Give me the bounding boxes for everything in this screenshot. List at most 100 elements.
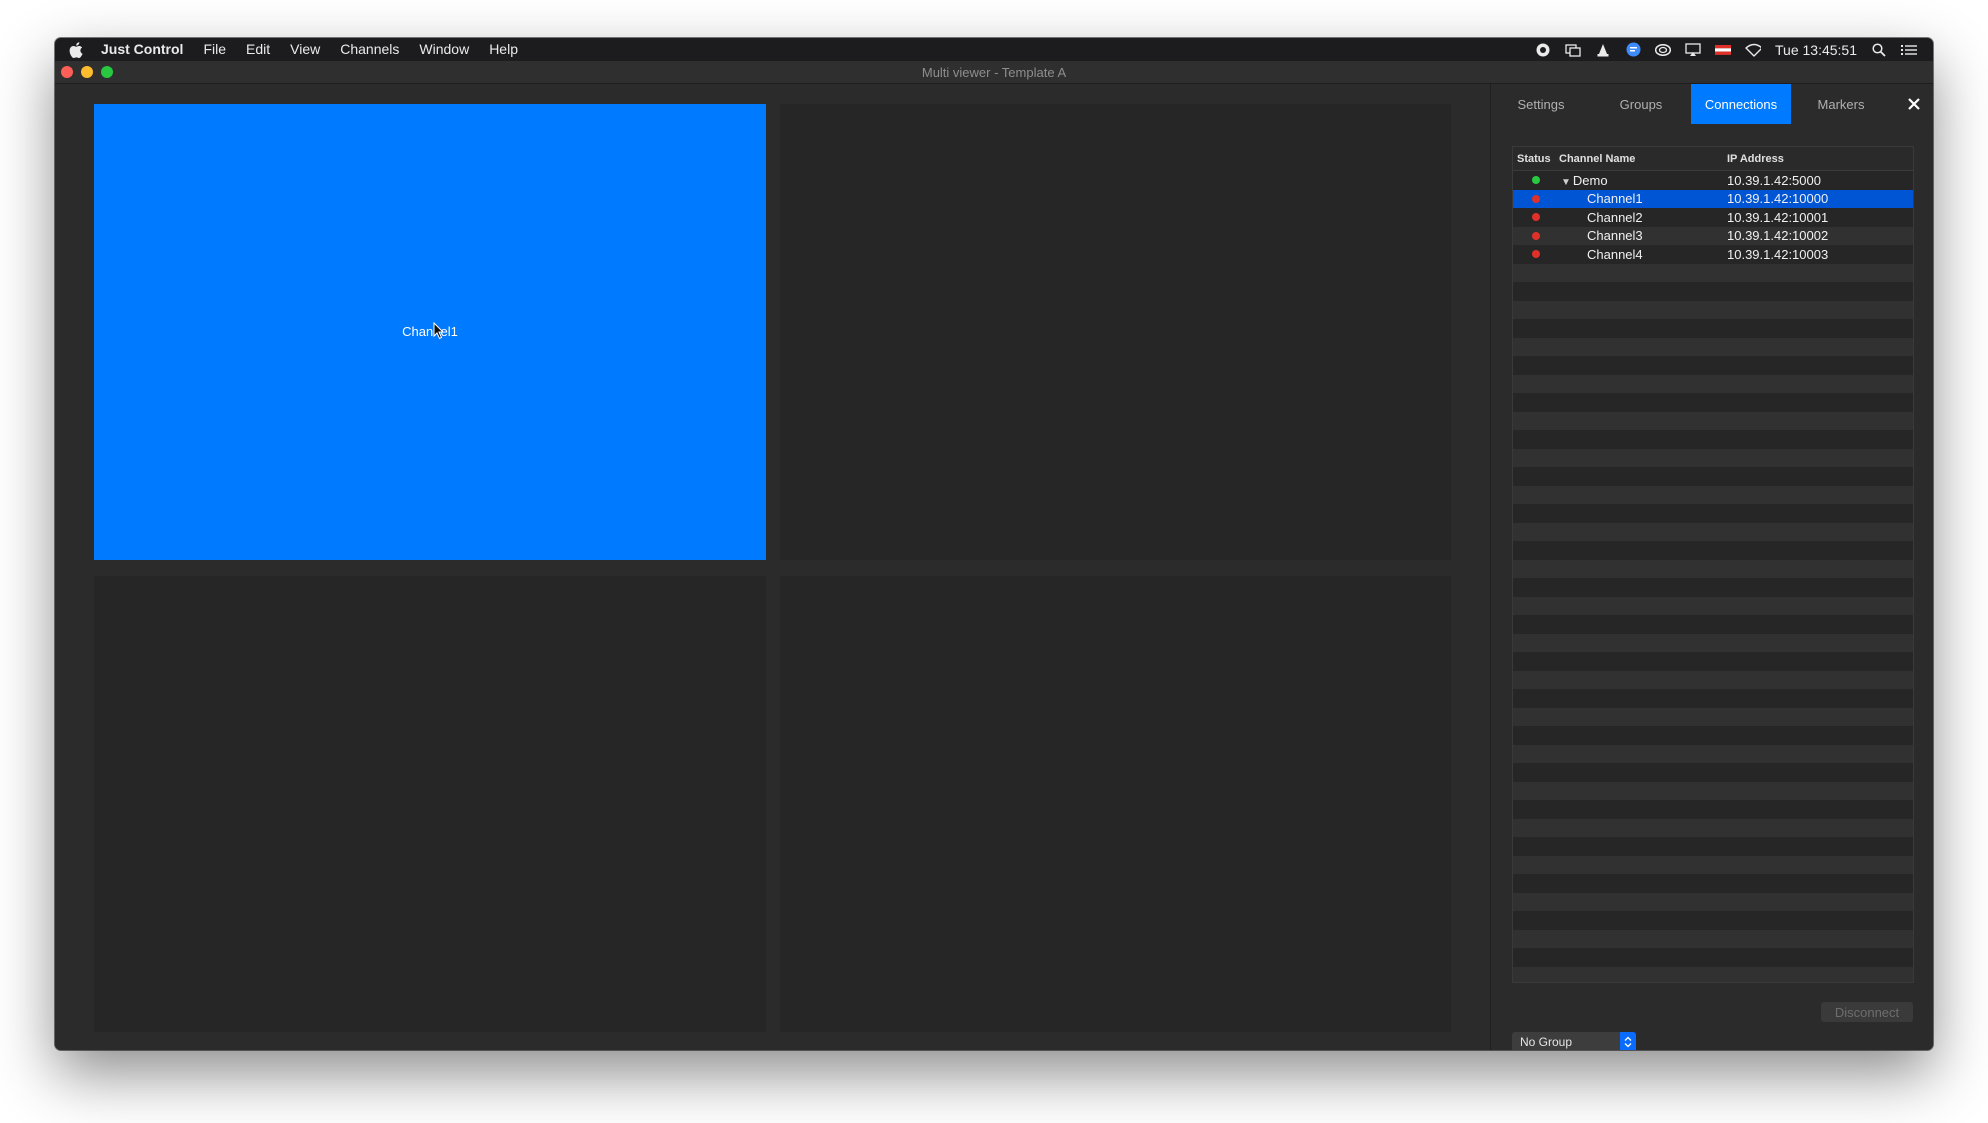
empty-row — [1513, 689, 1913, 708]
empty-row — [1513, 800, 1913, 819]
panel-tabs: Settings Groups Connections Markers — [1491, 84, 1933, 124]
close-window-button[interactable] — [61, 66, 73, 78]
menu-file[interactable]: File — [203, 38, 226, 61]
close-icon[interactable] — [1894, 84, 1933, 124]
status-dot-icon — [1532, 194, 1540, 203]
status-dot-icon — [1532, 250, 1540, 259]
windows-icon[interactable] — [1565, 43, 1581, 57]
status-area: Tue 13:45:51 — [1535, 42, 1917, 58]
empty-row — [1513, 337, 1913, 356]
empty-row — [1513, 541, 1913, 560]
menu-app-name[interactable]: Just Control — [101, 38, 183, 61]
empty-row — [1513, 781, 1913, 800]
viewer-tile-2[interactable] — [780, 104, 1451, 560]
table-row[interactable]: ▼ Demo 10.39.1.42:5000 — [1513, 171, 1913, 190]
menu-view[interactable]: View — [290, 38, 320, 61]
title-bar: Multi viewer - Template A — [55, 61, 1933, 84]
empty-row — [1513, 670, 1913, 689]
empty-row — [1513, 559, 1913, 578]
empty-row — [1513, 522, 1913, 541]
ip-address-cell: 10.39.1.42:10001 — [1727, 209, 1829, 225]
group-select-value: No Group — [1520, 1035, 1573, 1049]
list-icon[interactable] — [1901, 43, 1917, 57]
menu-window[interactable]: Window — [419, 38, 469, 61]
tab-markers[interactable]: Markers — [1791, 84, 1891, 124]
status-cell — [1513, 231, 1555, 240]
connections-table: Status Channel Name IP Address ▼ Demo 10.… — [1512, 146, 1914, 983]
mouse-cursor-icon — [433, 322, 445, 340]
status-dot-icon — [1532, 231, 1540, 240]
empty-row — [1513, 837, 1913, 856]
menu-edit[interactable]: Edit — [246, 38, 270, 61]
column-status[interactable]: Status — [1513, 153, 1555, 165]
table-row[interactable]: Channel1 10.39.1.42:10000 — [1513, 189, 1913, 208]
disconnect-button[interactable]: Disconnect — [1821, 1002, 1913, 1022]
empty-row — [1513, 966, 1913, 982]
tab-groups[interactable]: Groups — [1591, 84, 1691, 124]
empty-row — [1513, 763, 1913, 782]
empty-row — [1513, 929, 1913, 948]
tab-settings[interactable]: Settings — [1491, 84, 1591, 124]
channel-name-cell: ▼ Demo — [1555, 173, 1723, 188]
channel-name-cell: Channel2 — [1587, 209, 1643, 225]
empty-row — [1513, 374, 1913, 393]
channel-name-cell: Channel1 — [1587, 191, 1643, 207]
table-row[interactable]: Channel4 10.39.1.42:10003 — [1513, 245, 1913, 264]
zoom-window-button[interactable] — [101, 66, 113, 78]
empty-row — [1513, 448, 1913, 467]
empty-row — [1513, 393, 1913, 412]
empty-row — [1513, 855, 1913, 874]
vlc-icon[interactable] — [1595, 43, 1611, 57]
empty-row — [1513, 596, 1913, 615]
status-cell — [1513, 213, 1555, 222]
disclosure-triangle-icon[interactable]: ▼ — [1561, 177, 1571, 188]
channel-name-cell: Channel4 — [1587, 246, 1643, 262]
ip-address-cell: 10.39.1.42:5000 — [1727, 172, 1821, 188]
empty-row — [1513, 411, 1913, 430]
chat-icon[interactable] — [1625, 42, 1641, 57]
empty-rows — [1513, 263, 1913, 982]
table-row[interactable]: Channel2 10.39.1.42:10001 — [1513, 208, 1913, 227]
empty-row — [1513, 319, 1913, 338]
group-name: Demo — [1572, 172, 1608, 188]
empty-row — [1513, 467, 1913, 486]
empty-row — [1513, 485, 1913, 504]
airplay-icon[interactable] — [1685, 42, 1701, 57]
empty-row — [1513, 356, 1913, 375]
status-dot-icon — [1532, 176, 1540, 185]
viewer-tile-3[interactable] — [94, 576, 766, 1032]
multiviewer-grid: Channel1 — [55, 84, 1490, 1050]
search-icon[interactable] — [1871, 42, 1887, 57]
empty-row — [1513, 911, 1913, 930]
wifi-icon[interactable] — [1745, 43, 1761, 57]
menu-help[interactable]: Help — [489, 38, 518, 61]
group-select[interactable]: No Group — [1512, 1032, 1636, 1050]
empty-row — [1513, 744, 1913, 763]
apple-icon[interactable] — [69, 41, 89, 58]
empty-row — [1513, 263, 1913, 282]
empty-row — [1513, 504, 1913, 523]
tab-connections[interactable]: Connections — [1691, 84, 1791, 124]
empty-row — [1513, 948, 1913, 967]
flag-icon[interactable] — [1715, 43, 1731, 57]
side-panel: Settings Groups Connections Markers Stat… — [1490, 84, 1933, 1050]
creative-cloud-icon[interactable] — [1655, 43, 1671, 57]
menu-clock[interactable]: Tue 13:45:51 — [1775, 42, 1857, 58]
viewer-tile-1[interactable]: Channel1 — [94, 104, 766, 560]
table-row[interactable]: Channel3 10.39.1.42:10002 — [1513, 226, 1913, 245]
ip-address-cell: 10.39.1.42:10000 — [1727, 191, 1829, 207]
column-channel-name[interactable]: Channel Name — [1555, 153, 1723, 165]
record-icon[interactable] — [1535, 43, 1551, 57]
empty-row — [1513, 707, 1913, 726]
empty-row — [1513, 300, 1913, 319]
empty-row — [1513, 578, 1913, 597]
empty-row — [1513, 874, 1913, 893]
empty-row — [1513, 633, 1913, 652]
minimize-window-button[interactable] — [81, 66, 93, 78]
empty-row — [1513, 282, 1913, 301]
empty-row — [1513, 818, 1913, 837]
chevron-updown-icon — [1620, 1032, 1636, 1050]
viewer-tile-4[interactable] — [780, 576, 1451, 1032]
menu-channels[interactable]: Channels — [340, 38, 399, 61]
column-ip-address[interactable]: IP Address — [1723, 153, 1913, 165]
